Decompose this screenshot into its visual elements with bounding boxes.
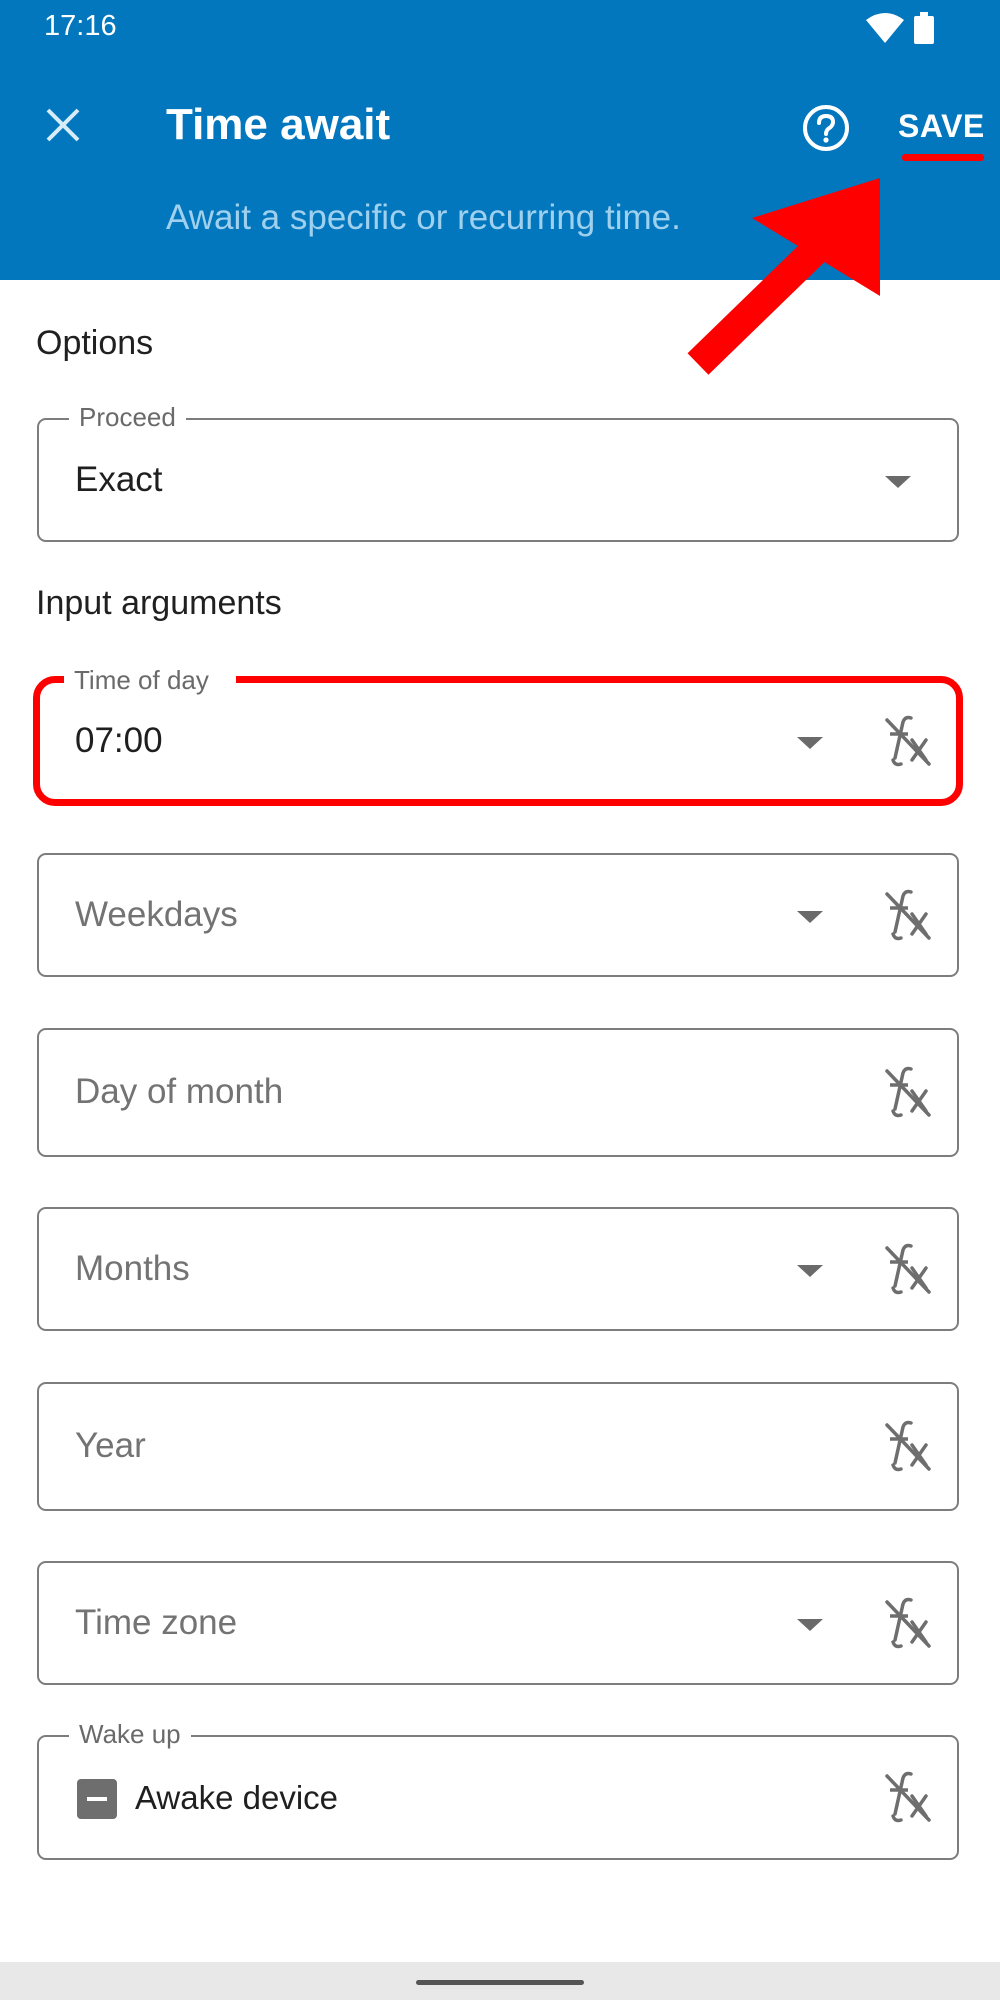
gesture-handle[interactable] <box>416 1980 584 1985</box>
wake-up-label: Wake up <box>69 1719 191 1750</box>
close-icon[interactable] <box>38 100 88 150</box>
dropdown-arrow-icon[interactable] <box>797 1265 823 1277</box>
dropdown-arrow-icon[interactable] <box>797 911 823 923</box>
status-time: 17:16 <box>44 10 117 42</box>
time-zone-placeholder: Time zone <box>75 1603 238 1642</box>
months-field[interactable]: Months <box>37 1207 959 1331</box>
proceed-value: Exact <box>75 460 163 499</box>
weekdays-placeholder: Weekdays <box>75 895 238 934</box>
weekdays-field[interactable]: Weekdays <box>37 853 959 977</box>
awake-device-label[interactable]: Awake device <box>135 1779 338 1817</box>
formula-off-icon[interactable] <box>881 1065 933 1121</box>
dropdown-arrow-icon[interactable] <box>885 476 911 488</box>
time-zone-field[interactable]: Time zone <box>37 1561 959 1685</box>
day-of-month-placeholder: Day of month <box>75 1072 284 1111</box>
formula-off-icon[interactable] <box>881 1419 933 1475</box>
save-annotation-underline <box>902 154 984 161</box>
proceed-label: Proceed <box>69 402 186 433</box>
formula-off-icon[interactable] <box>881 1770 933 1826</box>
battery-icon <box>914 12 934 44</box>
navigation-bar <box>0 1962 1000 2000</box>
time-of-day-label: Time of day <box>74 665 209 695</box>
formula-off-icon[interactable] <box>881 1242 933 1298</box>
dropdown-arrow-icon[interactable] <box>797 1619 823 1631</box>
months-placeholder: Months <box>75 1249 190 1288</box>
wifi-icon <box>866 13 904 43</box>
proceed-field[interactable]: Proceed Exact <box>37 402 959 542</box>
input-arguments-heading: Input arguments <box>36 584 282 622</box>
awake-device-checkbox[interactable] <box>77 1779 117 1819</box>
year-field[interactable]: Year <box>37 1382 959 1511</box>
annotation-arrow <box>687 178 880 375</box>
formula-off-icon[interactable] <box>881 1596 933 1652</box>
year-placeholder: Year <box>75 1426 146 1465</box>
page-subtitle: Await a specific or recurring time. <box>166 198 681 237</box>
page-title: Time await <box>166 100 391 149</box>
formula-off-icon[interactable] <box>881 888 933 944</box>
day-of-month-field[interactable]: Day of month <box>37 1028 959 1157</box>
status-bar: 17:16 <box>0 0 1000 56</box>
help-icon[interactable] <box>802 104 850 152</box>
wake-up-field: Wake up Awake device <box>37 1719 959 1860</box>
save-button[interactable]: SAVE <box>898 108 985 145</box>
options-heading: Options <box>36 324 154 362</box>
